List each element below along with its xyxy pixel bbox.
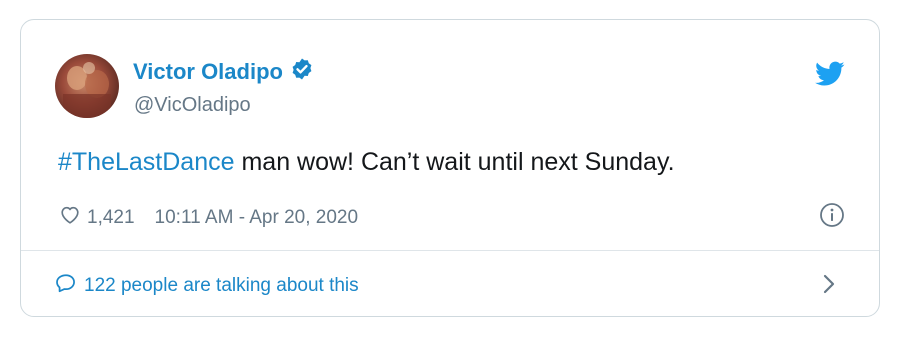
tweet-meta: 1,421 10:11 AM - Apr 20, 2020	[59, 204, 358, 232]
author-display-name[interactable]: Victor Oladipo	[133, 59, 283, 85]
divider	[21, 250, 879, 251]
conversation-label: 122 people are talking about this	[84, 275, 359, 296]
tweet-body-text: man wow! Can’t wait until next Sunday.	[234, 148, 675, 176]
like-count[interactable]: 1,421	[87, 207, 135, 229]
verified-badge-icon	[283, 57, 314, 86]
avatar[interactable]	[55, 54, 119, 118]
speech-bubble-icon	[55, 272, 84, 300]
tweet-timestamp[interactable]: 10:11 AM - Apr 20, 2020	[155, 207, 359, 229]
tweet-text: #TheLastDance man wow! Can’t wait until …	[58, 147, 675, 177]
heart-icon[interactable]	[59, 204, 87, 232]
conversation-link[interactable]: 122 people are talking about this	[55, 272, 359, 300]
author-handle[interactable]: @VicOladipo	[134, 93, 251, 117]
tweet-card[interactable]: Victor Oladipo @VicOladipo #TheLastDance…	[20, 19, 880, 317]
author-row: Victor Oladipo	[133, 57, 314, 86]
hashtag-link[interactable]: #TheLastDance	[58, 148, 235, 176]
